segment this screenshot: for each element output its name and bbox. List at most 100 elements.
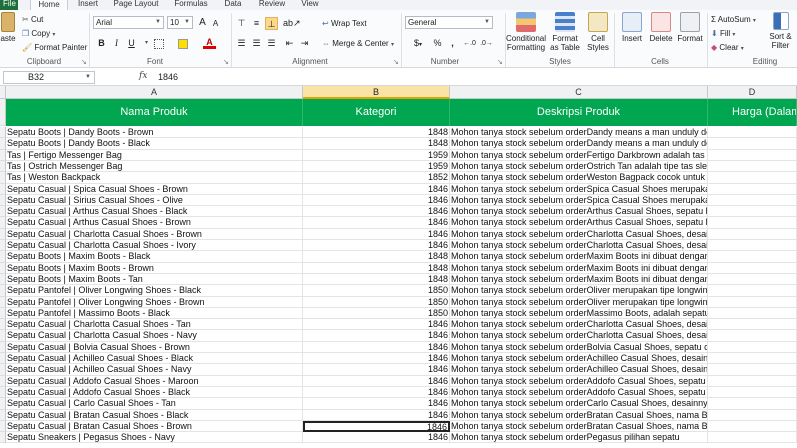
alignment-launcher-icon[interactable]: ↘ [393, 58, 399, 66]
cell-deskripsi[interactable]: Mohon tanya stock sebelum orderCarlo Cas… [450, 398, 708, 410]
tab-home[interactable]: Home [30, 0, 68, 10]
insert-cells-button[interactable]: Insert [617, 12, 647, 43]
cell-deskripsi[interactable]: Mohon tanya stock sebelum orderAchilleo … [450, 364, 708, 376]
currency-button[interactable]: $▾ [408, 37, 428, 50]
cell-harga[interactable] [708, 229, 797, 240]
cell-kategori[interactable]: 1846 [303, 432, 450, 443]
header-cell-deskripsi[interactable]: Deskripsi Produk [450, 99, 708, 126]
cell-harga[interactable] [708, 342, 797, 353]
cell-nama-produk[interactable]: Sepatu Boots | Dandy Boots - Brown [6, 127, 303, 138]
font-launcher-icon[interactable]: ↘ [223, 58, 229, 66]
align-right-button[interactable]: ☰ [265, 37, 278, 50]
align-middle-button[interactable]: ≡ [250, 17, 263, 30]
cell-nama-produk[interactable]: Sepatu Casual | Charlotta Casual Shoes -… [6, 319, 303, 330]
fill-color-button[interactable] [176, 37, 189, 50]
font-color-button[interactable]: A [203, 37, 216, 49]
cell-kategori[interactable]: 1846 [303, 319, 450, 330]
cell-deskripsi[interactable]: Mohon tanya stock sebelum orderOstrich T… [450, 161, 708, 172]
font-size-select[interactable]: 10 ▼ [167, 16, 193, 29]
cell-deskripsi[interactable]: Mohon tanya stock sebelum orderMaxim Boo… [450, 274, 708, 285]
cell-nama-produk[interactable]: Tas | Weston Backpack [6, 172, 303, 184]
cell-nama-produk[interactable]: Sepatu Casual | Bratan Casual Shoes - Bl… [6, 410, 303, 421]
cell-nama-produk[interactable]: Tas | Ostrich Messenger Bag [6, 161, 303, 172]
cell-harga[interactable] [708, 217, 797, 229]
cell-nama-produk[interactable]: Sepatu Casual | Spica Casual Shoes - Bro… [6, 184, 303, 195]
cell-nama-produk[interactable]: Sepatu Casual | Arthus Casual Shoes - Br… [6, 217, 303, 229]
cell-kategori[interactable]: 1848 [303, 251, 450, 263]
cell-kategori[interactable]: 1850 [303, 308, 450, 319]
cell-harga[interactable] [708, 195, 797, 206]
cell-harga[interactable] [708, 150, 797, 161]
cell-kategori[interactable]: 1846 [303, 410, 450, 421]
number-format-select[interactable]: General ▼ [405, 16, 493, 29]
cell-harga[interactable] [708, 184, 797, 195]
cell-harga[interactable] [708, 353, 797, 364]
align-top-button[interactable]: ⊤ [235, 17, 248, 30]
header-cell-harga[interactable]: Harga (Dalam [708, 99, 797, 126]
cell-nama-produk[interactable]: Sepatu Boots | Maxim Boots - Brown [6, 263, 303, 274]
cell-kategori[interactable]: 1846 [303, 240, 450, 251]
cut-button[interactable]: ✂ Cut [22, 13, 43, 26]
cell-harga[interactable] [708, 308, 797, 319]
align-center-button[interactable]: ☰ [250, 37, 263, 50]
cell-kategori[interactable]: 1959 [303, 150, 450, 161]
cell-deskripsi[interactable]: Mohon tanya stock sebelum orderArthus Ca… [450, 217, 708, 229]
cell-kategori[interactable]: 1846 [303, 195, 450, 206]
cell-deskripsi[interactable]: Mohon tanya stock sebelum orderCharlotta… [450, 330, 708, 342]
cell-deskripsi[interactable]: Mohon tanya stock sebelum orderMassimo B… [450, 308, 708, 319]
orientation-button[interactable]: ab↗ [283, 17, 301, 30]
sort-filter-button[interactable]: Sort & Filter [764, 12, 797, 50]
cell-kategori[interactable]: 1846 [303, 342, 450, 353]
column-header-d[interactable]: D [708, 86, 797, 99]
comma-button[interactable]: , [446, 37, 459, 50]
font-name-select[interactable]: Arial ▼ [93, 16, 164, 29]
cell-deskripsi[interactable]: Mohon tanya stock sebelum orderCharlotta… [450, 240, 708, 251]
header-cell-nama-produk[interactable]: Nama Produk [6, 99, 303, 126]
cell-nama-produk[interactable]: Sepatu Casual | Arthus Casual Shoes - Bl… [6, 206, 303, 217]
increase-indent-button[interactable]: ⇥ [298, 37, 311, 50]
cell-harga[interactable] [708, 127, 797, 138]
cell-harga[interactable] [708, 410, 797, 421]
tab-data[interactable]: Data [220, 0, 246, 10]
cell-kategori[interactable]: 1846 [303, 353, 450, 364]
italic-button[interactable]: I [110, 37, 123, 50]
tab-view[interactable]: View [297, 0, 323, 10]
cell-nama-produk[interactable]: Sepatu Casual | Addofo Casual Shoes - Ma… [6, 376, 303, 387]
cell-kategori[interactable]: 1846 [303, 364, 450, 376]
cell-deskripsi[interactable]: Mohon tanya stock sebelum orderDandy mea… [450, 127, 708, 138]
cell-kategori[interactable]: 1848 [303, 263, 450, 274]
cell-nama-produk[interactable]: Tas | Fertigo Messenger Bag [6, 150, 303, 161]
cell-kategori[interactable]: 1846 [303, 206, 450, 217]
selected-cell-kategori[interactable]: 1846 [303, 421, 450, 432]
conditional-formatting-button[interactable]: Conditional Formatting [506, 12, 546, 52]
cell-harga[interactable] [708, 240, 797, 251]
cell-kategori[interactable]: 1848 [303, 138, 450, 150]
cell-nama-produk[interactable]: Sepatu Casual | Addofo Casual Shoes - Bl… [6, 387, 303, 398]
cell-deskripsi[interactable]: Mohon tanya stock sebelum orderBolvia Ca… [450, 342, 708, 353]
wrap-text-button[interactable]: ↩ Wrap Text [322, 17, 367, 30]
cell-harga[interactable] [708, 387, 797, 398]
cell-nama-produk[interactable]: Sepatu Casual | Charlotta Casual Shoes -… [6, 240, 303, 251]
cell-harga[interactable] [708, 297, 797, 308]
percent-button[interactable]: % [431, 37, 444, 50]
cell-nama-produk[interactable]: Sepatu Casual | Achilleo Casual Shoes - … [6, 364, 303, 376]
shrink-font-button[interactable]: A [209, 17, 222, 30]
autosum-button[interactable]: Σ AutoSum ▾ [711, 13, 756, 26]
cell-nama-produk[interactable]: Sepatu Casual | Carlo Casual Shoes - Tan [6, 398, 303, 410]
cell-nama-produk[interactable]: Sepatu Casual | Charlotta Casual Shoes -… [6, 229, 303, 240]
cell-kategori[interactable]: 1846 [303, 184, 450, 195]
cell-kategori[interactable]: 1959 [303, 161, 450, 172]
cell-nama-produk[interactable]: Sepatu Casual | Charlotta Casual Shoes -… [6, 330, 303, 342]
cell-harga[interactable] [708, 364, 797, 376]
cell-deskripsi[interactable]: Mohon tanya stock sebelum orderMaxim Boo… [450, 251, 708, 263]
cell-deskripsi[interactable]: Mohon tanya stock sebelum orderPegasus p… [450, 432, 708, 443]
insert-function-icon[interactable]: fx [139, 71, 147, 81]
cell-deskripsi[interactable]: Mohon tanya stock sebelum orderArthus Ca… [450, 206, 708, 217]
cell-nama-produk[interactable]: Sepatu Pantofel | Oliver Longwing Shoes … [6, 297, 303, 308]
cell-deskripsi[interactable]: Mohon tanya stock sebelum orderWeston Ba… [450, 172, 708, 184]
cell-harga[interactable] [708, 161, 797, 172]
cell-deskripsi[interactable]: Mohon tanya stock sebelum orderCharlotta… [450, 319, 708, 330]
clear-button[interactable]: ◆ Clear ▾ [711, 41, 744, 54]
cell-kategori[interactable]: 1846 [303, 376, 450, 387]
cell-deskripsi[interactable]: Mohon tanya stock sebelum orderAddofo Ca… [450, 387, 708, 398]
